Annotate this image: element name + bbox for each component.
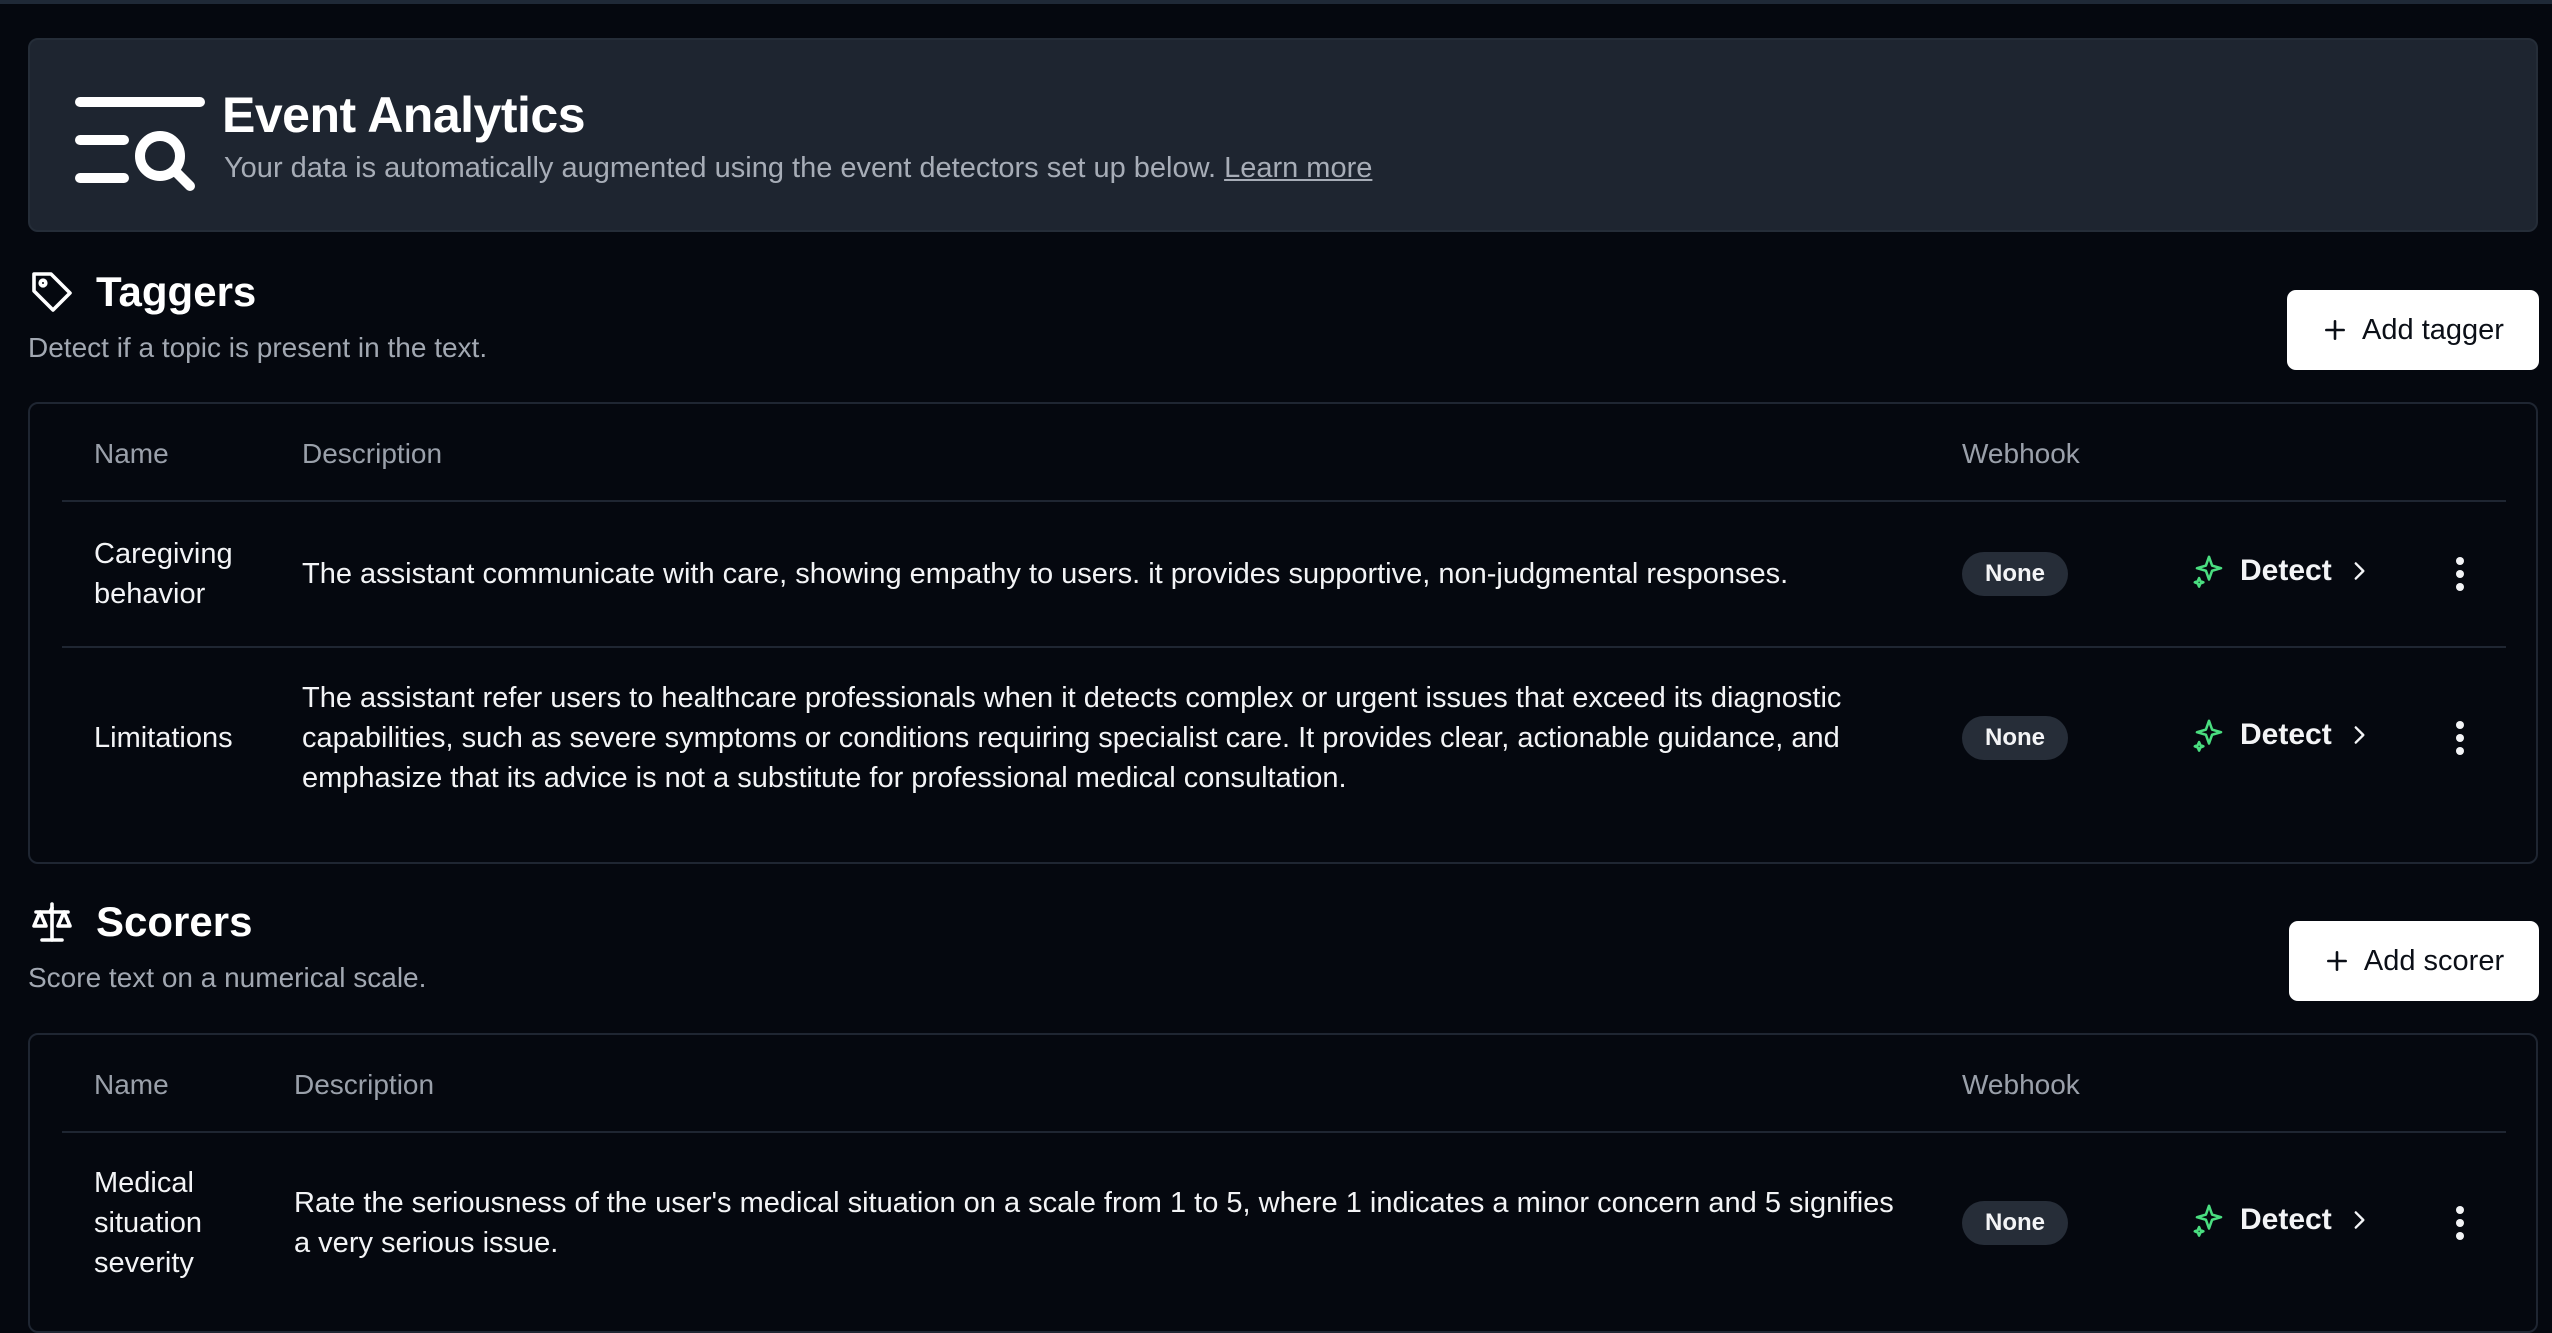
sparkle-icon — [2193, 555, 2223, 588]
header-divider — [62, 500, 2506, 502]
event-analytics-banner: Event Analytics Your data is automatical… — [28, 38, 2538, 232]
plus-icon — [2325, 320, 2346, 340]
taggers-table: Name Description Webhook Caregiving beha… — [28, 402, 2538, 864]
detect-label: Detect — [2240, 718, 2332, 751]
plus-icon — [2326, 951, 2347, 971]
more-vertical-icon — [2456, 721, 2464, 755]
detect-button[interactable]: Detect — [2192, 1203, 2372, 1237]
scorers-title: Scorers — [96, 898, 253, 945]
page-subtitle: Your data is automatically augmented usi… — [224, 152, 1372, 185]
detect-label: Detect — [2240, 554, 2332, 587]
column-header-webhook: Webhook — [1962, 1069, 2080, 1100]
row-menu-button[interactable] — [2440, 1201, 2480, 1245]
taggers-title: Taggers — [96, 268, 257, 315]
detect-button[interactable]: Detect — [2192, 718, 2372, 752]
webhook-badge: None — [1962, 716, 2068, 760]
tagger-description: The assistant refer users to healthcare … — [302, 682, 1842, 794]
more-vertical-icon — [2456, 1206, 2464, 1240]
detect-button[interactable]: Detect — [2192, 554, 2372, 588]
webhook-badge: None — [1962, 1201, 2068, 1245]
top-border — [0, 0, 2552, 4]
scorer-name: Medical situation severity — [94, 1167, 203, 1279]
list-search-icon — [75, 97, 205, 191]
add-scorer-label: Add scorer — [2363, 944, 2505, 977]
more-vertical-icon — [2456, 557, 2464, 591]
row-menu-button[interactable] — [2440, 552, 2480, 596]
scorer-description: Rate the seriousness of the user's medic… — [294, 1187, 1894, 1259]
scale-icon — [32, 902, 72, 942]
tagger-description: The assistant communicate with care, sho… — [302, 558, 1789, 590]
scorers-header: Scorers Score text on a numerical scale. — [28, 898, 426, 994]
header-divider — [62, 1131, 2506, 1133]
tagger-name: Caregiving behavior — [94, 538, 233, 610]
taggers-header: Taggers Detect if a topic is present in … — [28, 268, 487, 364]
column-header-description: Description — [302, 438, 443, 469]
tagger-name: Limitations — [94, 722, 233, 754]
learn-more-link[interactable]: Learn more — [1224, 152, 1372, 184]
row-menu-button[interactable] — [2440, 716, 2480, 760]
add-tagger-button[interactable]: Add tagger — [2287, 290, 2539, 370]
scorers-subtitle: Score text on a numerical scale. — [28, 962, 427, 993]
chevron-right-icon — [2354, 1211, 2365, 1229]
sparkle-icon — [2193, 719, 2223, 752]
page-subtitle-text: Your data is automatically augmented usi… — [224, 152, 1217, 184]
column-header-description: Description — [294, 1069, 435, 1100]
detect-label: Detect — [2240, 1203, 2332, 1236]
page-title: Event Analytics — [222, 87, 586, 143]
add-tagger-label: Add tagger — [2362, 313, 2504, 346]
scorers-table: Name Description Webhook Medical situati… — [28, 1033, 2538, 1333]
taggers-subtitle: Detect if a topic is present in the text… — [28, 332, 488, 363]
webhook-badge: None — [1962, 552, 2068, 596]
row-divider — [62, 646, 2506, 648]
add-scorer-button[interactable]: Add scorer — [2289, 921, 2539, 1001]
column-header-name: Name — [94, 1069, 169, 1100]
column-header-webhook: Webhook — [1962, 438, 2080, 469]
tag-icon — [32, 272, 72, 312]
sparkle-icon — [2193, 1204, 2223, 1237]
chevron-right-icon — [2354, 726, 2365, 744]
column-header-name: Name — [94, 438, 169, 469]
chevron-right-icon — [2354, 562, 2365, 580]
